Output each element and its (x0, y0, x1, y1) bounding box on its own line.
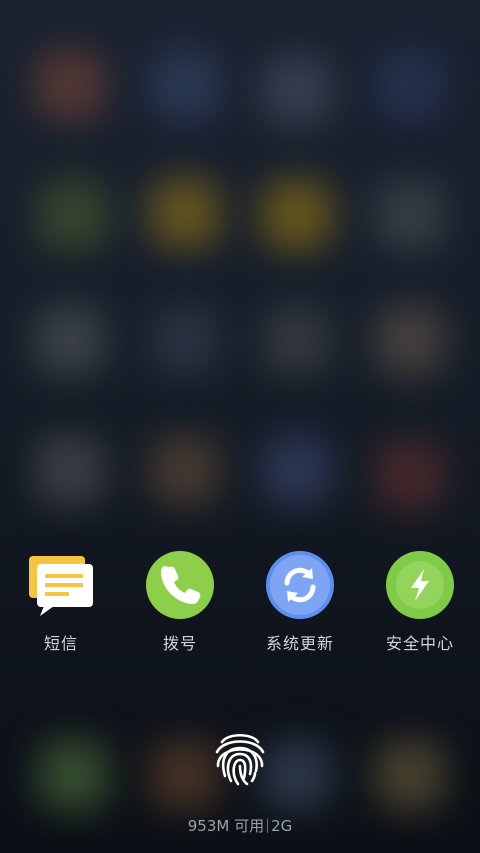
blurred-app (150, 50, 220, 120)
sms-icon (26, 548, 96, 618)
shortcut-sms[interactable]: 短信 (6, 548, 116, 654)
divider (267, 819, 269, 833)
blurred-app (35, 305, 105, 375)
shortcut-system-update[interactable]: 系统更新 (245, 548, 355, 654)
blurred-app (262, 435, 332, 505)
shortcut-phone[interactable]: 拨号 (125, 548, 235, 654)
fingerprint-icon[interactable] (208, 726, 272, 790)
blurred-dock-app (38, 740, 108, 810)
shortcut-label: 安全中心 (385, 634, 454, 653)
blurred-app (35, 50, 105, 120)
shortcut-label: 短信 (43, 634, 78, 653)
available-memory: 953M 可用 (187, 817, 265, 835)
sync-icon (265, 548, 335, 619)
shortcut-security-center[interactable]: 安全中心 (365, 548, 475, 654)
shortcut-label: 拨号 (162, 634, 197, 653)
network-type: 2G (271, 817, 293, 835)
lightning-icon (385, 548, 455, 619)
blurred-app (35, 435, 105, 505)
blurred-app (262, 180, 332, 250)
blurred-dock-app (262, 740, 332, 810)
blurred-app (150, 178, 220, 248)
phone-icon (145, 548, 215, 619)
blurred-app (375, 440, 445, 510)
blurred-app (150, 435, 220, 505)
blurred-app (375, 50, 445, 120)
shortcut-label: 系统更新 (265, 634, 334, 653)
blurred-app (375, 180, 445, 250)
blurred-app (38, 180, 108, 250)
blurred-app (150, 305, 220, 375)
quick-shortcuts: 短信 拨号 系统更新 安全中心 (0, 548, 480, 658)
memory-status: 953M 可用 2G (0, 815, 480, 836)
blurred-app (375, 305, 445, 375)
blurred-dock-app (375, 740, 445, 810)
blurred-app (262, 305, 332, 375)
blurred-app (262, 55, 332, 125)
